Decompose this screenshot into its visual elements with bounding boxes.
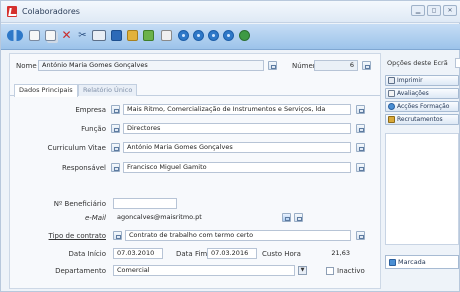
departamento-select[interactable]: Comercial <box>113 265 295 276</box>
imprimir-button[interactable]: Imprimir <box>385 75 459 86</box>
responsavel-label: Responsável <box>62 164 106 172</box>
next-record-icon[interactable] <box>208 30 219 41</box>
toolbar: ✕ ✂ <box>1 24 460 50</box>
print-preview-icon[interactable] <box>161 30 172 41</box>
custo-hora-label: Custo Hora <box>262 250 301 258</box>
funcao-open-button[interactable] <box>356 124 365 133</box>
empresa-label: Empresa <box>75 106 106 114</box>
delete-icon[interactable]: ✕ <box>61 29 72 41</box>
evaluation-icon <box>388 90 395 97</box>
search-icon[interactable] <box>143 30 154 41</box>
marcada-field[interactable]: Marcada <box>385 255 459 269</box>
nome-field[interactable]: António Maria Gomes Gonçalves <box>38 60 264 71</box>
imprimir-label: Imprimir <box>397 77 423 84</box>
avaliacoes-button[interactable]: Avaliações <box>385 88 459 99</box>
contrato-field[interactable]: Contrato de trabalho com termo certo <box>125 230 351 241</box>
main-panel: Nome António Maria Gomes Gonçalves Númer… <box>9 53 381 289</box>
tab-relatorio-unico[interactable]: Relatório Único <box>78 84 138 96</box>
funcao-lookup-button[interactable] <box>111 124 120 133</box>
numero-field[interactable]: 6 <box>314 60 358 71</box>
inactivo-checkbox[interactable] <box>326 267 334 275</box>
sidebar-list-area <box>385 133 459 245</box>
print-icon <box>388 77 395 84</box>
empresa-field[interactable]: Mais Ritmo, Comercialização de Instrumen… <box>123 104 351 115</box>
marcada-icon <box>389 259 396 266</box>
curriculum-open-button[interactable] <box>356 143 365 152</box>
recrutamentos-button[interactable]: Recrutamentos <box>385 114 459 125</box>
responsavel-field[interactable]: Francisco Miguel Gamito <box>123 162 351 173</box>
nav-arrows-icon[interactable] <box>7 30 23 41</box>
title-bar: Colaboradores ▁ ◻ ✕ <box>1 1 460 23</box>
email-label: e-Mail <box>84 214 106 222</box>
sidebar-title: Opções deste Ecrã <box>387 59 448 67</box>
curriculum-field[interactable]: António Maria Gomes Gonçalves <box>123 142 351 153</box>
empresa-lookup-button[interactable] <box>111 105 120 114</box>
responsavel-open-button[interactable] <box>356 163 365 172</box>
accoes-formacao-button[interactable]: Acções Formação <box>385 101 459 112</box>
data-inicio-label: Data Início <box>68 250 106 258</box>
previous-record-icon[interactable] <box>193 30 204 41</box>
close-button[interactable]: ✕ <box>443 5 457 16</box>
email-lookup-button[interactable] <box>294 213 303 222</box>
beneficiario-field[interactable] <box>113 198 177 209</box>
nome-label: Nome <box>16 62 37 70</box>
chevron-down-icon[interactable]: ▼ <box>298 266 307 275</box>
email-send-icon[interactable] <box>282 213 291 222</box>
app-window: Colaboradores ▁ ◻ ✕ ✕ ✂ Nome António Mar… <box>0 0 460 292</box>
email-field[interactable]: agoncalves@maisritmo.pt <box>113 212 279 223</box>
avaliacoes-label: Avaliações <box>397 90 429 97</box>
numero-lookup-button[interactable] <box>362 61 371 70</box>
nome-lookup-button[interactable] <box>268 61 277 70</box>
print-icon[interactable] <box>92 30 106 41</box>
contrato-open-button[interactable] <box>356 231 365 240</box>
refresh-icon[interactable] <box>239 30 250 41</box>
tab-bar: Dados Principais Relatório Único <box>10 82 380 97</box>
window-controls: ▁ ◻ ✕ <box>411 5 457 16</box>
data-fim-label: Data Fim <box>176 250 208 258</box>
options-sidebar: Opções deste Ecrã Imprimir Avaliações Ac… <box>385 53 460 289</box>
first-record-icon[interactable] <box>178 30 189 41</box>
tab-dados-principais[interactable]: Dados Principais <box>14 84 78 97</box>
recruitment-icon <box>388 116 395 123</box>
contrato-label: Tipo de contrato <box>48 232 106 240</box>
new-document-icon[interactable] <box>29 30 40 41</box>
maximize-button[interactable]: ◻ <box>427 5 441 16</box>
save-icon[interactable] <box>111 30 122 41</box>
data-inicio-field[interactable]: 07.03.2010 <box>113 248 163 259</box>
last-record-icon[interactable] <box>223 30 234 41</box>
beneficiario-label: Nº Beneficiário <box>53 200 106 208</box>
edit-icon[interactable] <box>127 30 138 41</box>
custo-hora-field[interactable]: 21,63 <box>310 248 354 259</box>
copy-icon[interactable] <box>45 30 56 41</box>
contrato-lookup-button[interactable] <box>113 231 122 240</box>
cut-icon[interactable]: ✂ <box>77 30 88 41</box>
marcada-label: Marcada <box>398 258 426 266</box>
curriculum-label: Curriculum Vitae <box>47 144 106 152</box>
minimize-button[interactable]: ▁ <box>411 5 425 16</box>
accoes-formacao-label: Acções Formação <box>397 103 450 110</box>
inactivo-label: Inactivo <box>337 267 365 275</box>
app-logo-icon <box>7 6 17 17</box>
training-icon <box>388 103 395 110</box>
recrutamentos-label: Recrutamentos <box>397 116 443 123</box>
sidebar-collapse-button[interactable] <box>455 58 460 68</box>
responsavel-lookup-button[interactable] <box>111 163 120 172</box>
data-fim-field[interactable]: 07.03.2016 <box>207 248 257 259</box>
funcao-label: Função <box>81 125 106 133</box>
funcao-field[interactable]: Directores <box>123 123 351 134</box>
curriculum-lookup-button[interactable] <box>111 143 120 152</box>
empresa-open-button[interactable] <box>356 105 365 114</box>
window-title: Colaboradores <box>22 7 80 16</box>
departamento-label: Departamento <box>55 267 106 275</box>
